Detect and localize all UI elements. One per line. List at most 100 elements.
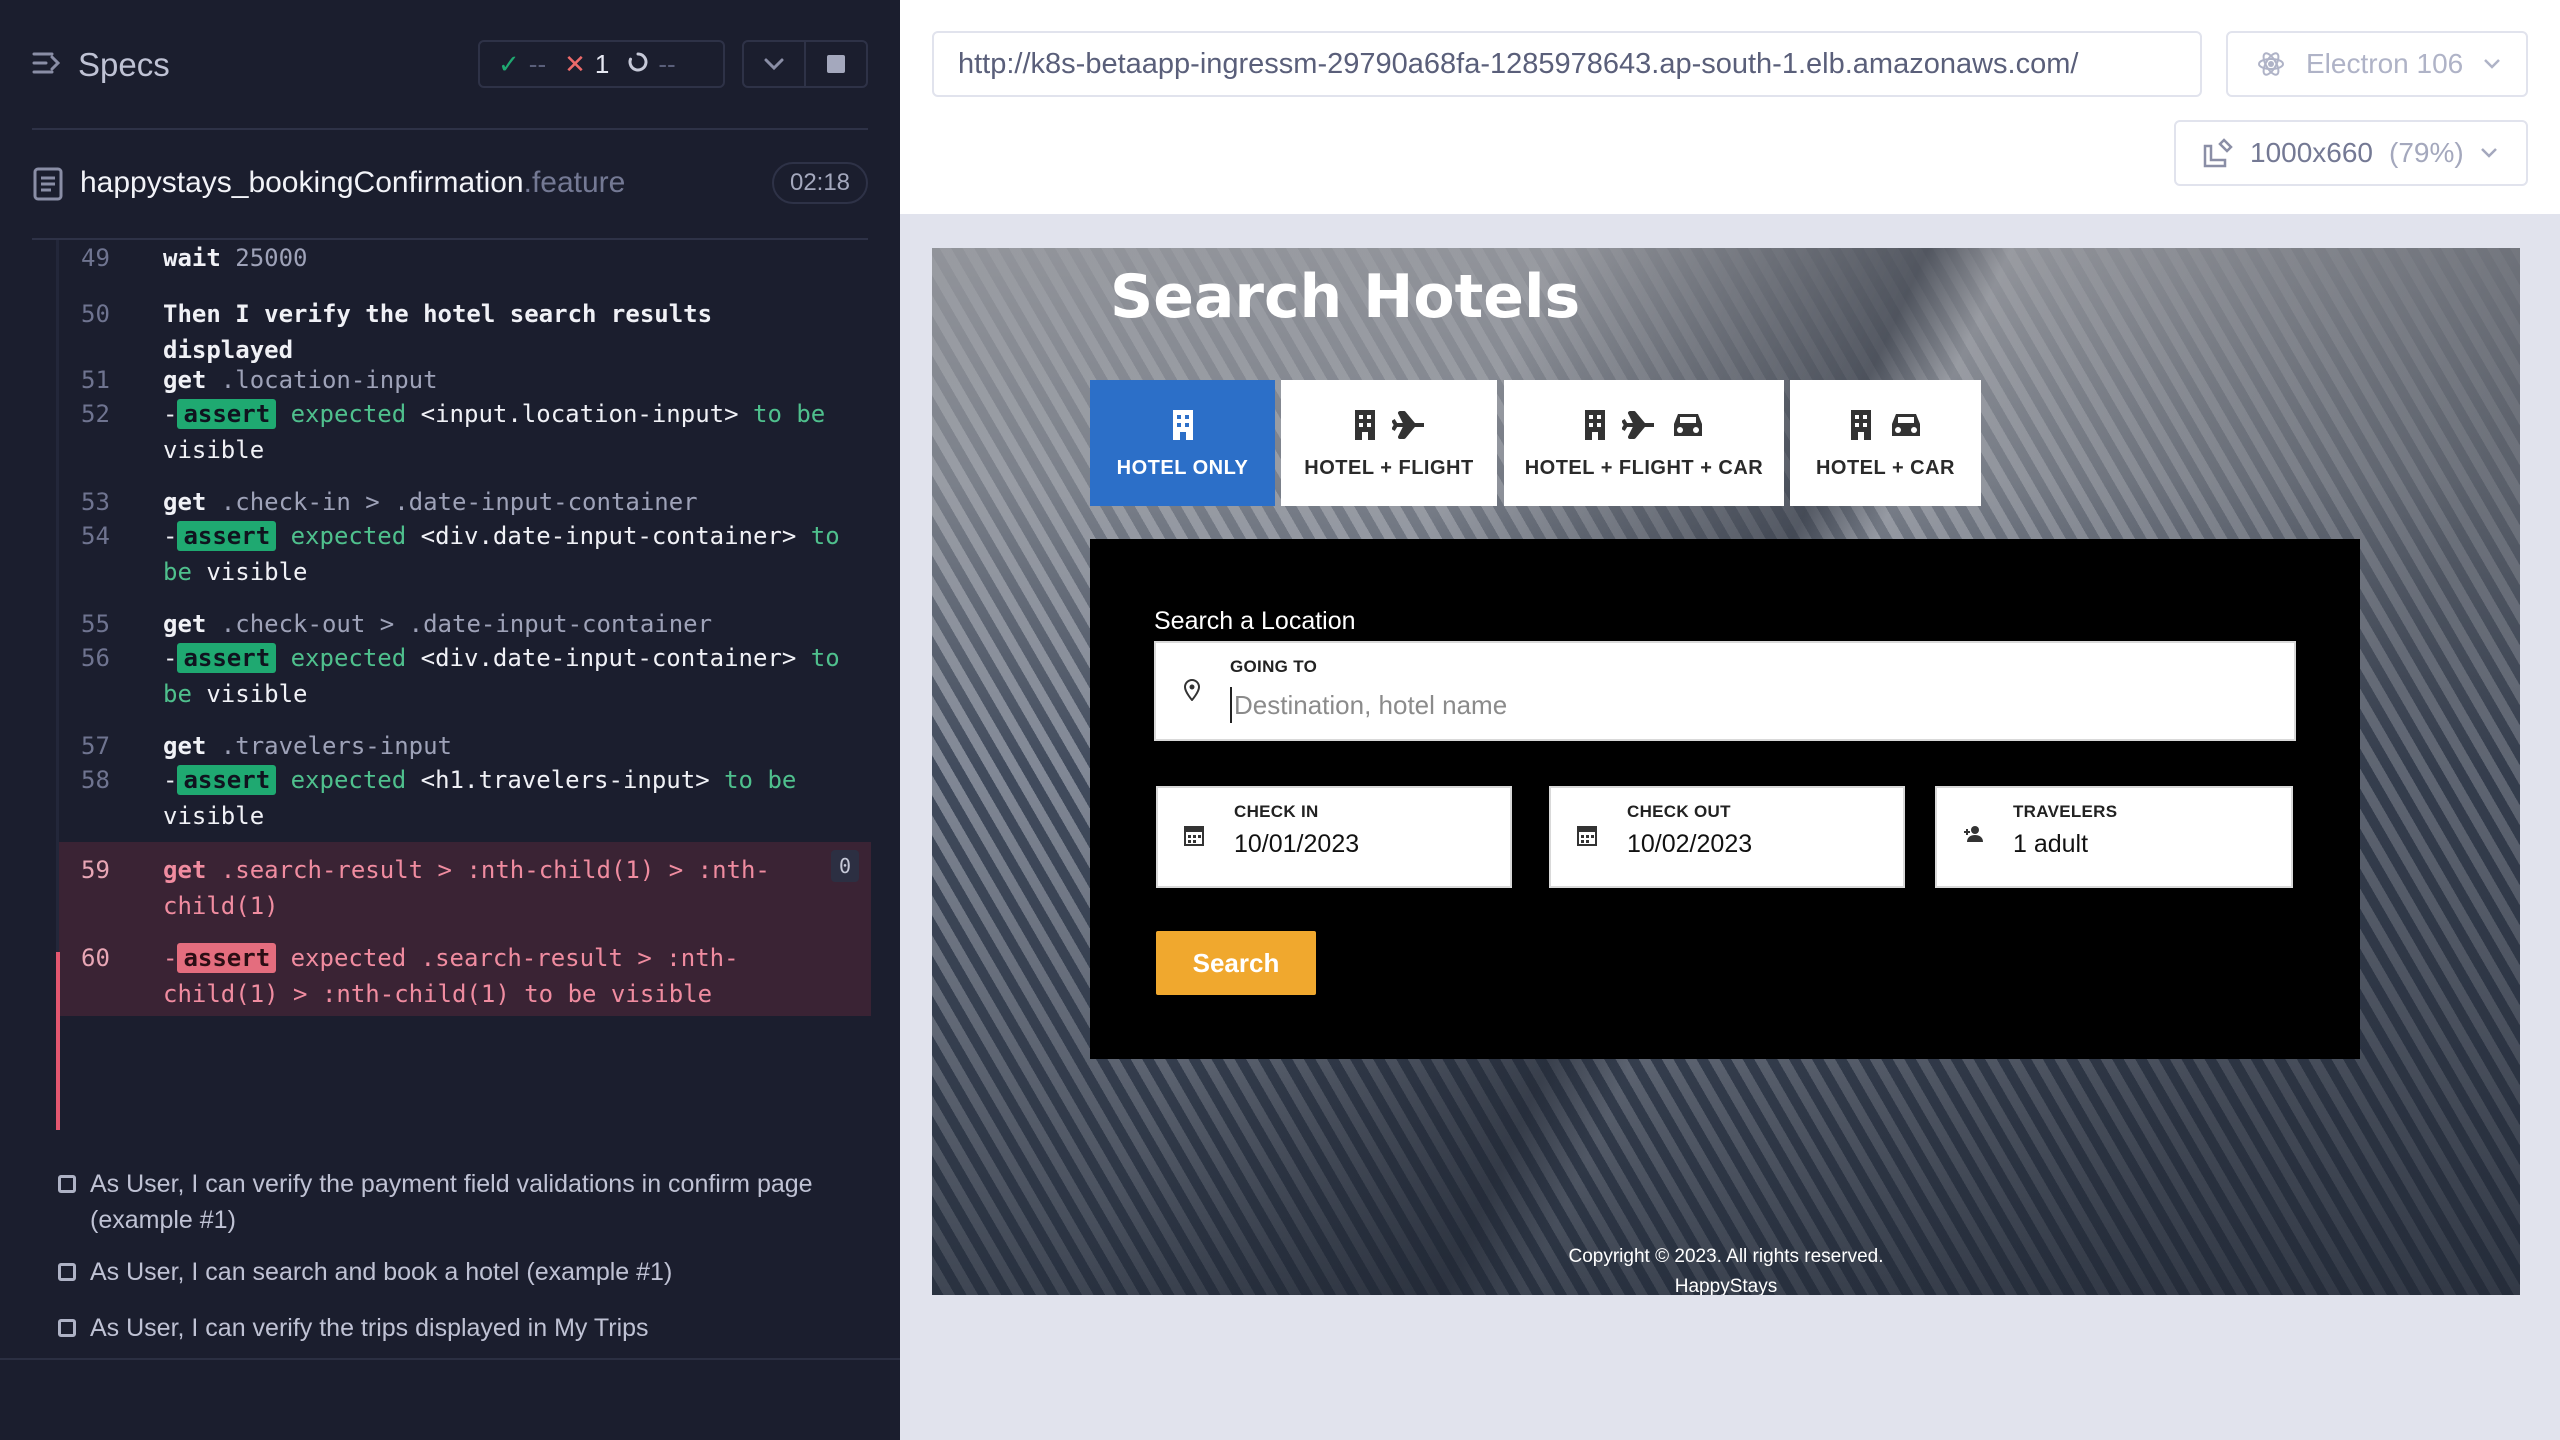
travelers-field[interactable]: TRAVELERS 1 adult xyxy=(1935,786,2293,888)
stop-icon xyxy=(827,55,845,73)
test-title: As User, I can verify the payment field … xyxy=(90,1170,813,1234)
command-text: get .search-result > :nth-child(1) > :nt… xyxy=(163,852,853,924)
command-token: expected xyxy=(276,522,421,550)
line-number: 52 xyxy=(81,400,110,428)
test-title: As User, I can search and book a hotel (… xyxy=(90,1258,673,1286)
command-row[interactable]: 54 - assert expected <div.date-input-conta… xyxy=(59,514,871,586)
cross-icon: ✕ xyxy=(564,48,586,79)
stop-button[interactable] xyxy=(804,42,866,86)
location-input[interactable] xyxy=(1230,687,2230,723)
collapse-button[interactable] xyxy=(744,42,804,86)
building-icon xyxy=(1850,409,1871,440)
command-row[interactable]: 50 Then I verify the hotel search results… xyxy=(59,292,871,364)
browser-label: Electron 106 xyxy=(2306,48,2464,79)
tab-label: HOTEL ONLY xyxy=(1116,456,1249,479)
spec-file-ext: .feature xyxy=(523,166,626,199)
test-stats: ✓ -- ✕ 1 -- xyxy=(478,40,725,88)
command-token: .search-result > :nth-child(1) > :nth-ch… xyxy=(163,856,770,920)
command-token: - xyxy=(163,944,178,972)
passed-stat: ✓ -- xyxy=(498,49,546,80)
specs-label[interactable]: Specs xyxy=(78,46,170,84)
line-number: 56 xyxy=(81,644,110,672)
building-icon xyxy=(1172,409,1193,440)
viewport-select[interactable]: 1000x660 (79%) xyxy=(2174,120,2528,186)
line-number: 49 xyxy=(81,244,110,272)
check-in-label: CHECK IN xyxy=(1234,802,1319,821)
going-to-label: GOING TO xyxy=(1230,657,1318,676)
tab-label: HOTEL + FLIGHT xyxy=(1304,456,1474,479)
chevron-down-icon xyxy=(2480,148,2497,158)
command-text: - assert expected <div.date-input-contain… xyxy=(163,518,853,590)
command-row[interactable]: 51 get .location-input xyxy=(59,358,871,394)
car-icon xyxy=(1674,413,1702,436)
command-token: - xyxy=(163,766,178,794)
tab-hotel-car[interactable]: HOTEL + CAR xyxy=(1790,380,1981,506)
command-token: Then xyxy=(163,300,221,328)
travelers-value: 1 adult xyxy=(2013,830,2089,858)
command-token: to be xyxy=(709,766,797,794)
pending-square-icon xyxy=(58,1263,76,1281)
command-row[interactable]: 55 get .check-out > .date-input-container xyxy=(59,602,871,638)
command-token: .travelers-input xyxy=(206,732,452,760)
failed-command-row[interactable]: 60 - assert expected .search-result > :nth… xyxy=(59,930,871,1016)
search-button[interactable]: Search xyxy=(1156,931,1316,995)
line-number: 58 xyxy=(81,766,110,794)
command-token: visible xyxy=(163,802,265,830)
calendar-icon xyxy=(1577,826,1597,846)
location-field[interactable]: GOING TO xyxy=(1154,641,2296,741)
command-token: expected xyxy=(276,944,421,972)
failure-indicator xyxy=(56,952,60,1130)
plane-icon xyxy=(1622,410,1654,439)
assert-tag: assert xyxy=(177,521,277,551)
spec-file-base: happystays_bookingConfirmation xyxy=(80,166,524,199)
command-text: - assert expected <input.location-input> … xyxy=(163,396,853,468)
check-in-field[interactable]: CHECK IN 10/01/2023 xyxy=(1156,786,1512,888)
spec-file-name[interactable]: happystays_bookingConfirmation.feature xyxy=(80,166,625,200)
command-log: 49 wait 25000 50 Then I verify the hotel se… xyxy=(56,240,871,1130)
building-icon xyxy=(1585,409,1605,440)
command-token: <div.date-input-container> xyxy=(420,522,797,550)
assert-tag: assert xyxy=(177,765,277,795)
tab-hotel-flight-car[interactable]: HOTEL + FLIGHT + CAR xyxy=(1504,380,1784,506)
check-out-field[interactable]: CHECK OUT 10/02/2023 xyxy=(1549,786,1905,888)
check-out-value: 10/02/2023 xyxy=(1627,830,1753,858)
command-token: - xyxy=(163,644,178,672)
run-controls xyxy=(742,40,868,88)
command-token: get xyxy=(163,610,207,638)
command-token: - xyxy=(163,400,178,428)
divider xyxy=(32,128,868,130)
failed-count: 1 xyxy=(594,48,610,79)
command-token: to be xyxy=(738,400,826,428)
command-row[interactable]: 53 get .check-in > .date-input-container xyxy=(59,480,871,516)
url-bar[interactable]: http://k8s-betaapp-ingressm-29790a68fa-1… xyxy=(932,31,2202,97)
pending-square-icon xyxy=(58,1175,76,1193)
failed-command-row[interactable]: 59 get .search-result > :nth-child(1) > :… xyxy=(59,842,871,930)
browser-select[interactable]: Electron 106 xyxy=(2226,31,2528,97)
command-row[interactable]: 56 - assert expected <div.date-input-conta… xyxy=(59,636,871,708)
plane-icon xyxy=(1392,410,1424,439)
command-token: to be xyxy=(509,980,597,1008)
command-row[interactable]: 49 wait 25000 xyxy=(59,236,871,272)
tab-hotel-only[interactable]: HOTEL ONLY xyxy=(1090,380,1275,506)
command-row[interactable]: 57 get .travelers-input xyxy=(59,724,871,760)
command-row[interactable]: 52 - assert expected <input.location-input… xyxy=(59,392,871,464)
command-text: wait 25000 xyxy=(163,240,853,276)
map-pin-icon xyxy=(1184,679,1200,701)
command-token: .check-out > .date-input-container xyxy=(206,610,713,638)
command-token: 25000 xyxy=(220,244,308,272)
command-row[interactable]: 58- assert expected <h1.travelers-input> … xyxy=(59,758,871,830)
specs-toggle-icon[interactable] xyxy=(32,48,62,78)
cypress-reporter: Specs ✓ -- ✕ 1 -- happystays_bookingConf… xyxy=(0,0,900,1440)
command-token: - xyxy=(163,522,178,550)
copyright-text: Copyright © 2023. All rights reserved. xyxy=(1568,1246,1884,1267)
brand-text: HappyStays xyxy=(1674,1276,1778,1295)
calendar-icon xyxy=(1184,826,1204,846)
pending-count: -- xyxy=(658,48,676,79)
check-in-value: 10/01/2023 xyxy=(1234,830,1360,858)
retry-count-badge: 0 xyxy=(831,850,859,882)
test-title: As User, I can verify the trips displaye… xyxy=(90,1314,649,1342)
check-out-label: CHECK OUT xyxy=(1627,802,1731,821)
command-token: wait xyxy=(163,244,221,272)
command-token: get xyxy=(163,856,207,884)
tab-hotel-flight[interactable]: HOTEL + FLIGHT xyxy=(1281,380,1497,506)
